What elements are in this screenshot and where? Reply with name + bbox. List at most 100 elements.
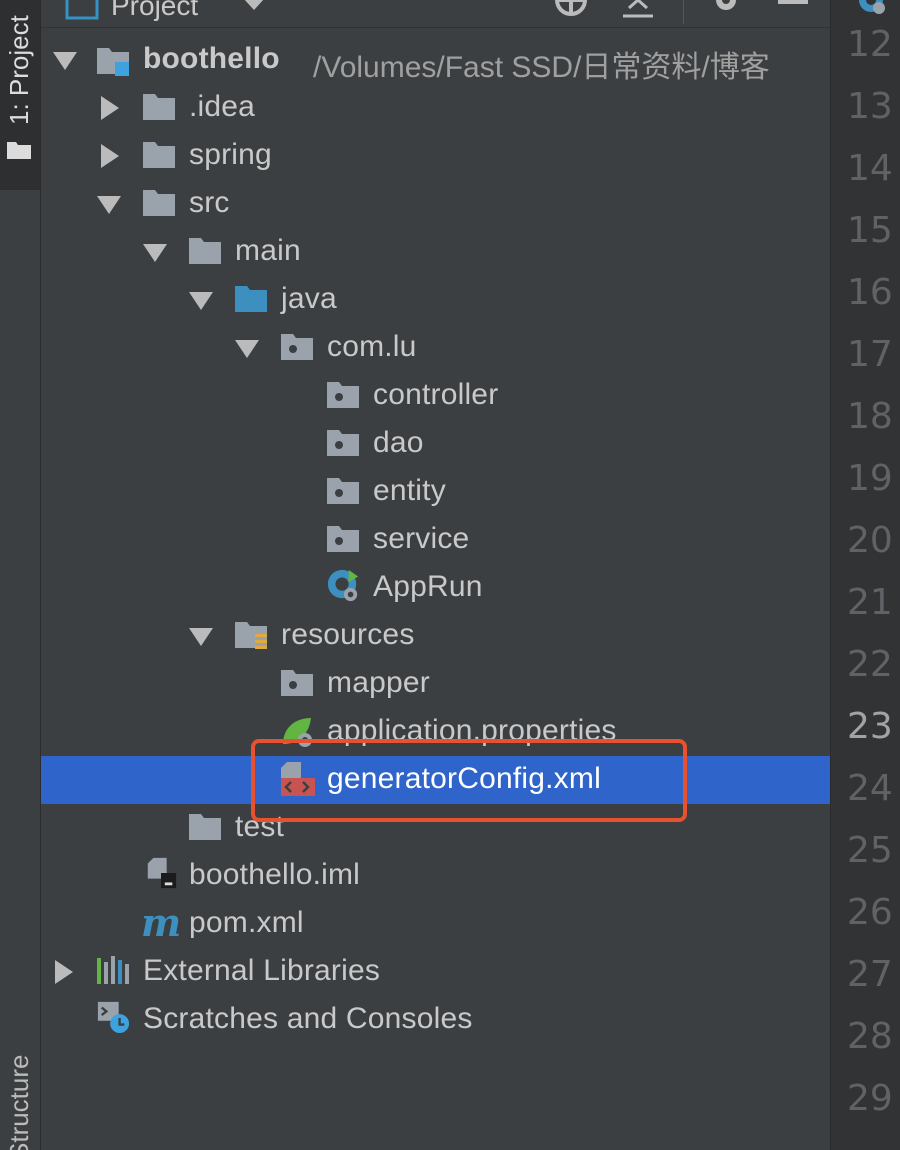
line-number: 23 (847, 706, 893, 747)
structure-tab-label[interactable]: Structure (4, 1055, 35, 1150)
package-icon (327, 478, 359, 504)
chevron-down-icon[interactable] (143, 240, 167, 264)
line-number: 22 (847, 644, 893, 685)
line-number: 24 (847, 768, 893, 809)
tree-item-label: External Libraries (143, 954, 381, 987)
package-icon (327, 526, 359, 552)
maven-icon: m (141, 900, 182, 945)
tree-row-src[interactable]: src (41, 180, 830, 228)
folder-icon (143, 94, 175, 120)
tree-item-label: application.properties (327, 714, 617, 747)
scratches-icon (97, 1001, 130, 1034)
tree-row-apprun[interactable]: AppRun (41, 564, 830, 612)
minimize-icon[interactable] (776, 0, 810, 14)
tree-row-scratches[interactable]: Scratches and Consoles (41, 996, 830, 1044)
tree-item-label: pom.xml (189, 906, 304, 939)
package-icon (327, 382, 359, 408)
tree-item-label: dao (373, 426, 424, 459)
line-number: 16 (847, 272, 893, 313)
gear-icon[interactable] (708, 0, 744, 20)
xml-file-icon (281, 762, 315, 796)
tree-item-label: controller (373, 378, 499, 411)
tree-row-boothello-iml[interactable]: boothello.iml (41, 852, 830, 900)
resources-folder-icon (235, 622, 267, 649)
chevron-down-icon[interactable] (241, 0, 267, 14)
tree-row-spring[interactable]: spring (41, 132, 830, 180)
tree-row-controller[interactable]: controller (41, 372, 830, 420)
chevron-right-icon[interactable] (97, 96, 121, 120)
project-view-icon (65, 0, 99, 20)
tree-row-idea[interactable]: .idea (41, 84, 830, 132)
tree-row-service[interactable]: service (41, 516, 830, 564)
package-icon (281, 670, 313, 696)
tree-row-entity[interactable]: entity (41, 468, 830, 516)
tree-item-label: test (235, 810, 285, 843)
line-number: 14 (847, 148, 893, 189)
tree-row-resources[interactable]: resources (41, 612, 830, 660)
tree-row-external-libraries[interactable]: External Libraries (41, 948, 830, 996)
tree-item-label: AppRun (373, 570, 483, 603)
chevron-down-icon[interactable] (235, 336, 259, 360)
line-number: 21 (847, 582, 893, 623)
project-tab-label: 1: Project (4, 15, 34, 125)
line-number: 18 (847, 396, 893, 437)
tree-item-label: generatorConfig.xml (327, 762, 601, 795)
line-number: 13 (847, 86, 893, 127)
iml-file-icon (147, 857, 177, 889)
tree-row-java[interactable]: java (41, 276, 830, 324)
tree-row-pom-xml[interactable]: m pom.xml (41, 900, 830, 948)
line-number: 12 (847, 24, 893, 65)
tree-row-boothello[interactable]: boothello /Volumes/Fast SSD/日常资料/博客 (41, 36, 830, 84)
folder-icon (143, 142, 175, 168)
spring-boot-class-icon (327, 569, 359, 602)
module-icon (97, 48, 129, 76)
line-number: 26 (847, 892, 893, 933)
module-path: /Volumes/Fast SSD/日常资料/博客 (313, 51, 770, 84)
chevron-right-icon[interactable] (51, 960, 75, 984)
line-number: 20 (847, 520, 893, 561)
tree-item-label: mapper (327, 666, 430, 699)
line-number: 19 (847, 458, 893, 499)
project-tree: boothello /Volumes/Fast SSD/日常资料/博客 .ide… (41, 36, 830, 1150)
source-folder-icon (235, 286, 267, 312)
tree-row-generatorconfig-xml[interactable]: generatorConfig.xml (41, 756, 830, 804)
tool-window-strip: 1: Project Structure (0, 0, 41, 1150)
folder-icon (7, 142, 31, 159)
tree-item-label: spring (189, 138, 272, 171)
tree-item-label: main (235, 234, 301, 267)
tree-row-dao[interactable]: dao (41, 420, 830, 468)
folder-icon (143, 190, 175, 216)
chevron-down-icon[interactable] (53, 48, 77, 72)
collapse-all-icon[interactable] (621, 0, 655, 20)
header-divider (683, 0, 684, 24)
line-number: 15 (847, 210, 893, 251)
tree-item-label: Scratches and Consoles (143, 1002, 473, 1035)
chevron-down-icon[interactable] (189, 288, 213, 312)
tree-item-label: com.lu (327, 330, 417, 363)
editor-gutter: 12 13 14 15 16 17 18 19 20 21 22 23 24 25 26 27 28 29 (830, 0, 900, 1150)
tree-row-application-properties[interactable]: application.properties (41, 708, 830, 756)
tree-item-label: service (373, 522, 470, 555)
panel-title[interactable]: Project (111, 0, 198, 22)
tree-row-mapper[interactable]: mapper (41, 660, 830, 708)
chevron-down-icon[interactable] (189, 624, 213, 648)
tree-item-label: java (281, 282, 337, 315)
folder-icon (189, 238, 221, 264)
project-panel-header: Project (41, 0, 830, 28)
tree-item-label: boothello.iml (189, 858, 361, 891)
library-icon (97, 956, 129, 984)
package-icon (327, 430, 359, 456)
tree-item-label: entity (373, 474, 446, 507)
chevron-down-icon[interactable] (97, 192, 121, 216)
folder-icon (189, 814, 221, 840)
editor-tab-spring-icon[interactable] (853, 0, 893, 22)
tree-row-test[interactable]: test (41, 804, 830, 852)
tree-row-main[interactable]: main (41, 228, 830, 276)
locate-file-icon[interactable] (551, 0, 591, 20)
line-number: 29 (847, 1078, 893, 1119)
project-tool-tab[interactable]: 1: Project (0, 0, 40, 190)
chevron-right-icon[interactable] (97, 144, 121, 168)
line-number: 28 (847, 1016, 893, 1057)
spring-properties-icon (283, 718, 312, 747)
tree-row-com-lu[interactable]: com.lu (41, 324, 830, 372)
